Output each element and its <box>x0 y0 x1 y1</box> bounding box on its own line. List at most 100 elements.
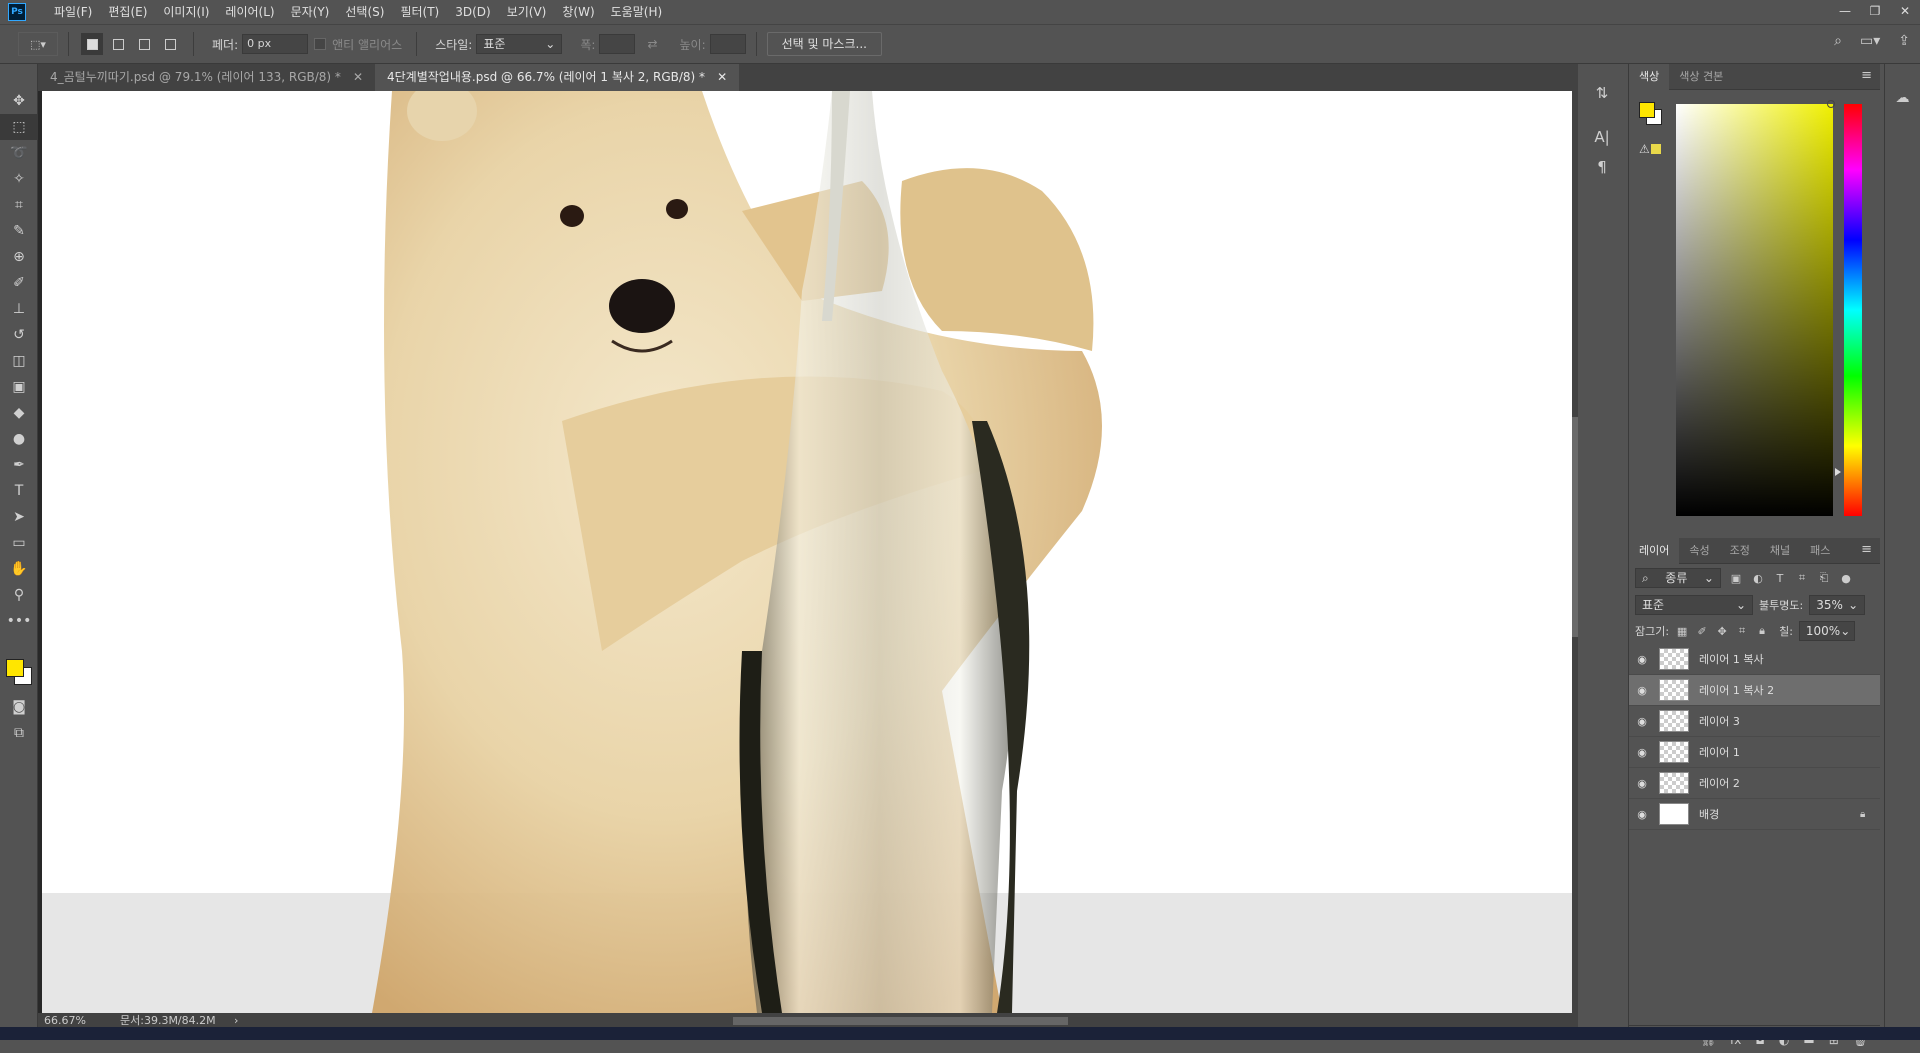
panel-menu-icon[interactable]: ≡ <box>1861 542 1872 557</box>
close-tab-icon[interactable]: ✕ <box>353 64 363 91</box>
menu-3d[interactable]: 3D(D) <box>447 0 498 24</box>
menu-window[interactable]: 창(W) <box>554 0 602 24</box>
tab-channels[interactable]: 채널 <box>1760 538 1800 564</box>
brush-tool-icon[interactable]: ✐ <box>0 270 38 296</box>
horizontal-scroll-thumb[interactable] <box>733 1017 1068 1025</box>
magic-wand-tool-icon[interactable]: ✧ <box>0 166 38 192</box>
crop-tool-icon[interactable]: ⌗ <box>0 192 38 218</box>
share-icon[interactable]: ⇪ <box>1898 33 1910 49</box>
filter-type-icon[interactable]: T <box>1773 572 1787 585</box>
vertical-scrollbar[interactable] <box>1572 91 1578 1013</box>
type-tool-icon[interactable]: T <box>0 478 38 504</box>
filter-pixel-icon[interactable]: ▣ <box>1729 572 1743 585</box>
panel-menu-icon[interactable]: ≡ <box>1861 68 1872 83</box>
tool-preset-picker[interactable]: ⬚▾ <box>18 32 58 56</box>
blend-mode-select[interactable]: 표준 ⌄ <box>1635 595 1753 615</box>
quick-mask-icon[interactable]: ◙ <box>0 694 38 720</box>
menu-type[interactable]: 문자(Y) <box>283 0 338 24</box>
hue-slider[interactable] <box>1844 104 1862 516</box>
tab-layers[interactable]: 레이어 <box>1629 537 1680 564</box>
new-selection-button[interactable] <box>81 33 103 55</box>
gradient-tool-icon[interactable]: ▣ <box>0 374 38 400</box>
select-and-mask-button[interactable]: 선택 및 마스크... <box>766 32 882 56</box>
canvas[interactable] <box>42 91 1572 1013</box>
subtract-selection-button[interactable] <box>133 33 155 55</box>
zoom-tool-icon[interactable]: ⚲ <box>0 582 38 608</box>
menu-image[interactable]: 이미지(I) <box>155 0 217 24</box>
menu-edit[interactable]: 편집(E) <box>100 0 155 24</box>
antialias-checkbox[interactable] <box>314 38 327 50</box>
menu-view[interactable]: 보기(V) <box>499 0 555 24</box>
menu-help[interactable]: 도움말(H) <box>603 0 671 24</box>
path-select-tool-icon[interactable]: ➤ <box>0 504 38 530</box>
intersect-selection-button[interactable] <box>159 33 181 55</box>
gamut-warning-icon[interactable]: ⚠ <box>1639 142 1650 156</box>
visibility-eye-icon[interactable]: ◉ <box>1629 777 1655 790</box>
visibility-eye-icon[interactable]: ◉ <box>1629 715 1655 728</box>
layer-row[interactable]: ◉ 레이어 1 <box>1629 737 1880 768</box>
move-tool-icon[interactable]: ✥ <box>0 88 38 114</box>
layer-row[interactable]: ◉ 레이어 1 복사 <box>1629 644 1880 675</box>
search-icon[interactable]: ⌕ <box>1834 33 1842 49</box>
gamut-swatch[interactable] <box>1651 144 1661 154</box>
visibility-eye-icon[interactable]: ◉ <box>1629 653 1655 666</box>
layer-row[interactable]: ◉ 레이어 3 <box>1629 706 1880 737</box>
visibility-eye-icon[interactable]: ◉ <box>1629 684 1655 697</box>
feather-input[interactable]: 0 px <box>242 34 309 54</box>
tab-color[interactable]: 색상 <box>1629 63 1670 90</box>
menu-layer[interactable]: 레이어(L) <box>217 0 282 24</box>
width-input[interactable] <box>599 34 636 54</box>
height-input[interactable] <box>709 34 746 54</box>
close-button[interactable]: ✕ <box>1890 0 1920 24</box>
hue-slider-marker[interactable] <box>1835 468 1841 476</box>
zoom-readout[interactable]: 66.67% <box>38 1014 96 1027</box>
lock-all-icon[interactable]: 🔒︎ <box>1755 624 1769 638</box>
color-fg-swatch[interactable] <box>1639 102 1655 118</box>
rectangle-tool-icon[interactable]: ▭ <box>0 530 38 556</box>
filter-adjustment-icon[interactable]: ◐ <box>1751 572 1765 585</box>
status-arrow-icon[interactable]: › <box>234 1014 238 1027</box>
lock-transparency-icon[interactable]: ▦ <box>1675 625 1689 638</box>
tab-adjustments[interactable]: 조정 <box>1720 538 1760 564</box>
paragraph-icon[interactable]: ¶ <box>1582 152 1622 182</box>
lock-icon[interactable]: 🔒︎ <box>1860 809 1880 820</box>
minimize-button[interactable]: — <box>1830 0 1860 24</box>
eyedropper-tool-icon[interactable]: ✎ <box>0 218 38 244</box>
hand-tool-icon[interactable]: ✋ <box>0 556 38 582</box>
close-tab-icon[interactable]: ✕ <box>717 64 727 91</box>
tab-document-2[interactable]: 4단계별작업내용.psd @ 66.7% (레이어 1 복사 2, RGB/8)… <box>375 64 740 91</box>
tab-paths[interactable]: 패스 <box>1800 538 1840 564</box>
layer-filter-select[interactable]: ⌕ 종류 ⌄ <box>1635 568 1721 588</box>
horizontal-scrollbar[interactable] <box>273 1015 1573 1025</box>
add-selection-button[interactable] <box>107 33 129 55</box>
layer-row[interactable]: ◉ 배경 🔒︎ <box>1629 799 1880 830</box>
history-brush-tool-icon[interactable]: ↺ <box>0 322 38 348</box>
lock-position-icon[interactable]: ✥ <box>1715 625 1729 638</box>
foreground-color-swatch[interactable] <box>6 659 24 677</box>
menu-select[interactable]: 선택(S) <box>337 0 392 24</box>
filter-smart-object-icon[interactable]: ⎗ <box>1817 571 1831 585</box>
pen-tool-icon[interactable]: ✒ <box>0 452 38 478</box>
stamp-tool-icon[interactable]: ⊥ <box>0 296 38 322</box>
layer-row[interactable]: ◉ 레이어 2 <box>1629 768 1880 799</box>
menu-file[interactable]: 파일(F) <box>46 0 100 24</box>
vertical-scroll-thumb[interactable] <box>1572 417 1578 637</box>
filter-shape-icon[interactable]: ⌗ <box>1795 571 1809 585</box>
dodge-tool-icon[interactable]: ● <box>0 426 38 452</box>
tab-swatches[interactable]: 색상 견본 <box>1669 64 1733 90</box>
lock-pixels-icon[interactable]: ✐ <box>1695 625 1709 638</box>
blur-tool-icon[interactable]: ◆ <box>0 400 38 426</box>
menu-filter[interactable]: 필터(T) <box>392 0 447 24</box>
more-tools-icon[interactable]: ••• <box>0 608 38 634</box>
healing-tool-icon[interactable]: ⊕ <box>0 244 38 270</box>
opacity-input[interactable]: 35% ⌄ <box>1809 595 1866 615</box>
visibility-eye-icon[interactable]: ◉ <box>1629 746 1655 759</box>
saturation-value-field[interactable] <box>1676 104 1833 516</box>
workspace-icon[interactable]: ▭▾ <box>1860 33 1880 49</box>
eraser-tool-icon[interactable]: ◫ <box>0 348 38 374</box>
filter-toggle-icon[interactable]: ● <box>1839 572 1853 585</box>
tab-properties[interactable]: 속성 <box>1679 538 1719 564</box>
history-icon[interactable]: ⇅ <box>1582 78 1622 108</box>
layer-row-selected[interactable]: ◉ 레이어 1 복사 2 <box>1629 675 1880 706</box>
fill-input[interactable]: 100% ⌄ <box>1798 621 1855 641</box>
